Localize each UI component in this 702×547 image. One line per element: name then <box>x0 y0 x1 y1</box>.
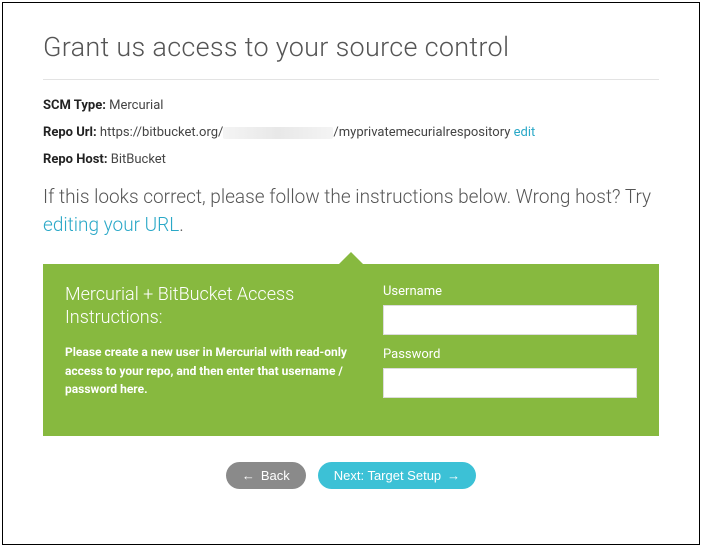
scm-type-row: SCM Type: Mercurial <box>43 98 659 113</box>
password-input[interactable] <box>383 368 637 398</box>
arrow-right-icon: → <box>447 469 460 482</box>
repo-url-value: https://bitbucket.org/ /myprivatemecurial… <box>100 125 514 140</box>
repo-host-label: Repo Host: <box>43 152 108 167</box>
instructions-part-a: If this looks correct, please follow the… <box>43 185 651 208</box>
redacted-segment <box>223 127 333 139</box>
page-container: Grant us access to your source control S… <box>2 2 700 545</box>
panel-arrow-icon <box>339 252 363 264</box>
access-panel: Mercurial + BitBucket Access Instruction… <box>43 264 659 436</box>
repo-url-prefix: https://bitbucket.org/ <box>100 125 224 140</box>
username-field: Username <box>383 284 637 335</box>
password-label: Password <box>383 347 637 362</box>
divider <box>43 79 659 80</box>
next-button-label: Next: Target Setup <box>334 469 441 482</box>
scm-type-value: Mercurial <box>109 98 163 113</box>
back-button-label: Back <box>261 469 290 482</box>
editing-url-link[interactable]: editing your URL <box>43 213 179 236</box>
repo-host-row: Repo Host: BitBucket <box>43 152 659 167</box>
username-input[interactable] <box>383 305 637 335</box>
next-button[interactable]: Next: Target Setup → <box>318 462 476 489</box>
password-field: Password <box>383 347 637 398</box>
panel-title: Mercurial + BitBucket Access Instruction… <box>65 284 355 329</box>
repo-url-label: Repo Url: <box>43 125 97 140</box>
instructions-part-b: . <box>179 213 184 236</box>
scm-type-label: SCM Type: <box>43 98 106 113</box>
panel-instructions: Mercurial + BitBucket Access Instruction… <box>65 284 355 410</box>
arrow-left-icon: ← <box>242 469 255 482</box>
instructions-text: If this looks correct, please follow the… <box>43 183 659 238</box>
back-button[interactable]: ← Back <box>226 462 306 489</box>
repo-host-value: BitBucket <box>111 152 166 167</box>
page-title: Grant us access to your source control <box>43 31 659 63</box>
panel-instruction-text: Please create a new user in Mercurial wi… <box>65 343 355 399</box>
panel-body-container: Mercurial + BitBucket Access Instruction… <box>43 264 659 436</box>
edit-url-link[interactable]: edit <box>514 125 536 140</box>
button-row: ← Back Next: Target Setup → <box>43 462 659 489</box>
repo-url-row: Repo Url: https://bitbucket.org/ /mypriva… <box>43 125 659 140</box>
panel-form: Username Password <box>383 284 637 410</box>
repo-url-suffix: /myprivatemecurialrespository <box>333 125 510 140</box>
username-label: Username <box>383 284 637 299</box>
